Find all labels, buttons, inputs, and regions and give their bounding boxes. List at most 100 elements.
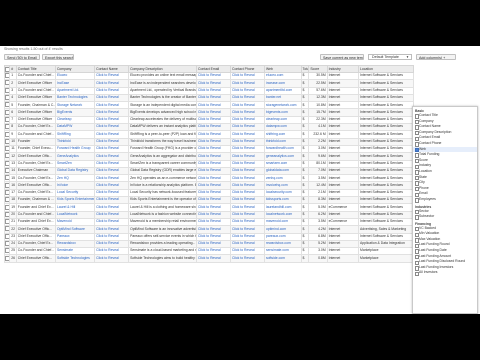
reveal-link[interactable]: Click to Reveal: [196, 137, 231, 146]
column-header[interactable]: Contact Email: [196, 65, 231, 73]
column-header[interactable]: Score: [308, 65, 328, 73]
website-link[interactable]: banter.net: [263, 93, 302, 103]
row-checkbox[interactable]: [3, 159, 11, 168]
row-checkbox[interactable]: [3, 203, 11, 212]
reveal-link[interactable]: Click to Reveal: [196, 232, 231, 241]
reveal-link[interactable]: Click to Reveal: [94, 247, 130, 256]
company-link[interactable]: Banter Technologies: [54, 93, 96, 103]
column-header[interactable]: Web: [263, 65, 302, 73]
website-link[interactable]: apartmentltd.com: [263, 86, 302, 95]
company-link[interactable]: Forward Health Group: [54, 144, 96, 154]
website-link[interactable]: pareaux.com: [263, 232, 302, 241]
reveal-link[interactable]: Click to Reveal: [94, 210, 130, 219]
reveal-link[interactable]: Click to Reveal: [94, 166, 130, 176]
add-column-button[interactable]: Add column(s) +: [416, 54, 456, 60]
company-link[interactable]: LocalNetwork: [54, 210, 96, 219]
column-option[interactable]: Subsector: [413, 214, 477, 220]
company-link[interactable]: Softside Technologies: [54, 254, 96, 263]
reveal-link[interactable]: Click to Reveal: [230, 254, 265, 263]
reveal-link[interactable]: Click to Reveal: [230, 108, 265, 117]
reveal-link[interactable]: Click to Reveal: [196, 71, 231, 81]
reveal-link[interactable]: Click to Reveal: [230, 123, 265, 132]
company-link[interactable]: Apartment Ltd.: [54, 86, 96, 95]
website-link[interactable]: datampw.com: [263, 123, 302, 132]
reveal-link[interactable]: Click to Reveal: [196, 217, 231, 227]
company-link[interactable]: SmartZen: [54, 159, 96, 168]
reveal-link[interactable]: Click to Reveal: [94, 86, 130, 95]
column-header[interactable]: Company: [54, 65, 96, 73]
reveal-link[interactable]: Click to Reveal: [230, 174, 265, 183]
website-link[interactable]: thinkfold.com: [263, 137, 302, 146]
export-search-button[interactable]: Export this search: [42, 54, 74, 60]
company-link[interactable]: Storage Network: [54, 101, 96, 110]
reveal-link[interactable]: Click to Reveal: [230, 115, 265, 125]
reveal-link[interactable]: Click to Reveal: [230, 196, 265, 205]
website-link[interactable]: smartzen.com: [263, 159, 302, 168]
reveal-link[interactable]: Click to Reveal: [196, 188, 231, 198]
reveal-link[interactable]: Click to Reveal: [94, 137, 130, 146]
reveal-link[interactable]: Click to Reveal: [196, 130, 231, 139]
row-checkbox[interactable]: [3, 71, 11, 81]
reveal-link[interactable]: Click to Reveal: [94, 115, 130, 125]
company-link[interactable]: Mavenoid: [54, 217, 96, 227]
row-checkbox[interactable]: [3, 254, 11, 263]
column-header[interactable]: Company Description: [128, 65, 198, 73]
reveal-link[interactable]: Click to Reveal: [230, 203, 265, 212]
reveal-link[interactable]: Click to Reveal: [230, 93, 265, 103]
reveal-link[interactable]: Click to Reveal: [94, 232, 130, 241]
reveal-link[interactable]: Click to Reveal: [94, 217, 130, 227]
company-link[interactable]: Laurel & Hill: [54, 203, 96, 212]
reveal-link[interactable]: Click to Reveal: [196, 210, 231, 219]
reveal-link[interactable]: Click to Reveal: [196, 108, 231, 117]
save-template-button[interactable]: Save current as new template: [320, 54, 364, 60]
company-link[interactable]: IncEase: [54, 79, 96, 88]
send-email-button[interactable]: Send (50) to Email: [4, 54, 40, 60]
company-link[interactable]: GeneAnalytics: [54, 152, 96, 161]
company-link[interactable]: Pareaux: [54, 232, 96, 241]
reveal-link[interactable]: Click to Reveal: [230, 188, 265, 198]
company-link[interactable]: Kids Sports Entertainment: [54, 196, 96, 205]
company-link[interactable]: InVoice: [54, 181, 96, 190]
website-link[interactable]: clearleap.com: [263, 115, 302, 125]
reveal-link[interactable]: Click to Reveal: [196, 93, 231, 103]
website-link[interactable]: optimind.com: [263, 225, 302, 234]
row-checkbox[interactable]: [3, 130, 11, 139]
row-checkbox[interactable]: [3, 196, 11, 205]
company-link[interactable]: Clearleap: [54, 115, 96, 125]
website-link[interactable]: zenhq.com: [263, 174, 302, 183]
row-checkbox[interactable]: [3, 144, 11, 154]
reveal-link[interactable]: Click to Reveal: [94, 71, 130, 81]
reveal-link[interactable]: Click to Reveal: [94, 203, 130, 212]
reveal-link[interactable]: Click to Reveal: [196, 254, 231, 263]
website-link[interactable]: incease.com: [263, 79, 302, 88]
reveal-link[interactable]: Click to Reveal: [230, 210, 265, 219]
row-checkbox[interactable]: [3, 174, 11, 183]
reveal-link[interactable]: Click to Reveal: [94, 144, 130, 154]
column-header[interactable]: Total Funding: [300, 65, 310, 73]
reveal-link[interactable]: Click to Reveal: [196, 152, 231, 161]
row-checkbox[interactable]: [3, 247, 11, 256]
reveal-link[interactable]: Click to Reveal: [94, 123, 130, 132]
row-checkbox[interactable]: [3, 93, 11, 103]
reveal-link[interactable]: Click to Reveal: [230, 86, 265, 95]
reveal-link[interactable]: Click to Reveal: [94, 159, 130, 168]
reveal-link[interactable]: Click to Reveal: [196, 166, 231, 176]
reveal-link[interactable]: Click to Reveal: [230, 247, 265, 256]
company-link[interactable]: Global Data Registry: [54, 166, 96, 176]
reveal-link[interactable]: Click to Reveal: [230, 181, 265, 190]
column-header[interactable]: Location: [358, 65, 414, 73]
reveal-link[interactable]: Click to Reveal: [230, 225, 265, 234]
reveal-link[interactable]: Click to Reveal: [94, 108, 130, 117]
company-link[interactable]: Zen HQ: [54, 174, 96, 183]
reveal-link[interactable]: Click to Reveal: [196, 196, 231, 205]
company-link[interactable]: Sensimate: [54, 247, 96, 256]
reveal-link[interactable]: Click to Reveal: [94, 130, 130, 139]
reveal-link[interactable]: Click to Reveal: [230, 79, 265, 88]
reveal-link[interactable]: Click to Reveal: [94, 254, 130, 263]
reveal-link[interactable]: Click to Reveal: [196, 101, 231, 110]
reveal-link[interactable]: Click to Reveal: [230, 159, 265, 168]
reveal-link[interactable]: Click to Reveal: [94, 152, 130, 161]
website-link[interactable]: storagenetwork.com: [263, 101, 302, 110]
reveal-link[interactable]: Click to Reveal: [94, 101, 130, 110]
website-link[interactable]: laurelandhill.com: [263, 203, 302, 212]
